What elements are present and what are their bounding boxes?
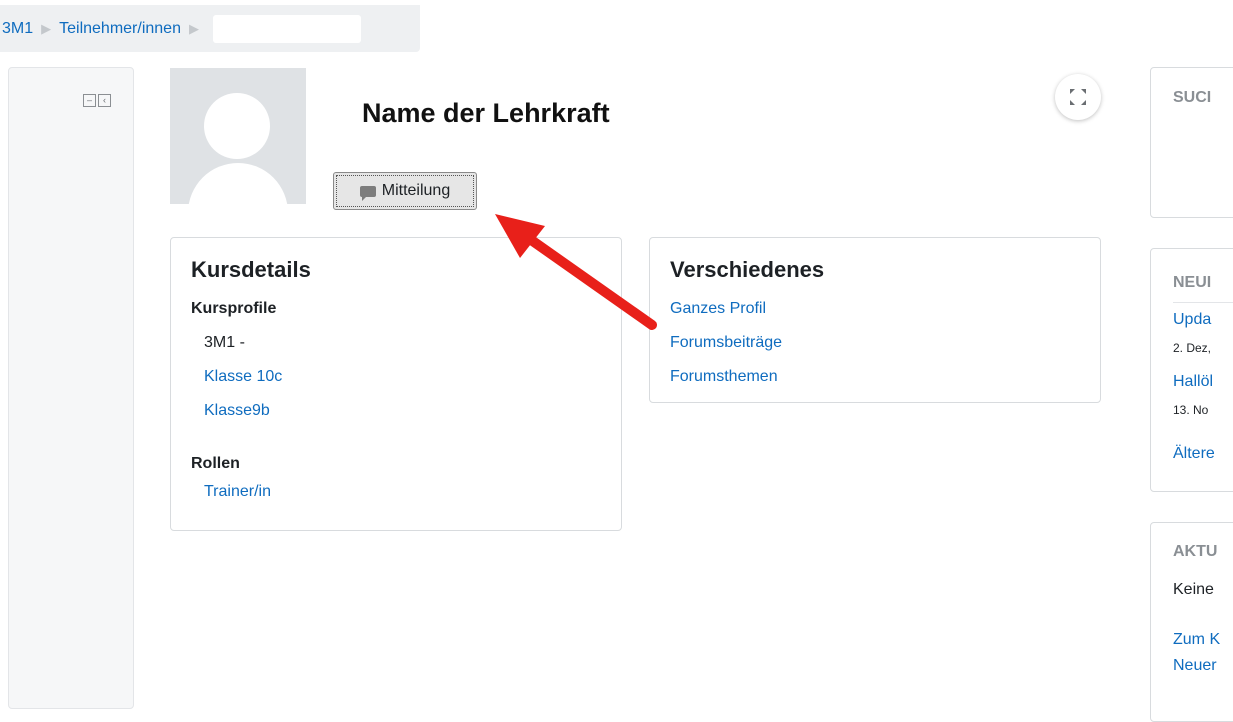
fullscreen-expand-icon[interactable] <box>1055 74 1101 120</box>
message-button[interactable]: Mitteilung <box>333 172 477 210</box>
full-profile-link[interactable]: Ganzes Profil <box>670 300 766 318</box>
course-details-card: Kursdetails Kursprofile 3M1 - Klasse 10c… <box>170 237 622 531</box>
news-block-title: NEUI <box>1173 274 1212 291</box>
dock-controls: – ‹ <box>83 94 111 107</box>
course-profile-link[interactable]: Klasse 10c <box>204 368 282 386</box>
forum-posts-link[interactable]: Forumsbeiträge <box>670 334 782 352</box>
left-block-region: – ‹ <box>8 67 134 709</box>
breadcrumb-current <box>212 14 361 43</box>
course-details-title: Kursdetails <box>191 257 311 282</box>
misc-title: Verschiedenes <box>670 257 825 282</box>
forum-discussions-link[interactable]: Forumsthemen <box>670 368 778 386</box>
page-title: Name der Lehrkraft <box>362 98 610 128</box>
current-events-title: AKTU <box>1173 543 1218 560</box>
triangle-right-icon: ▶ <box>188 20 199 36</box>
news-block: NEUI Upda 2. Dez, Hallöl 13. No Ältere <box>1150 248 1233 492</box>
no-events-text: Keine <box>1173 581 1214 598</box>
new-event-link[interactable]: Neuer <box>1173 657 1217 675</box>
divider <box>1173 302 1233 303</box>
message-button-label: Mitteilung <box>381 182 451 199</box>
roles-label: Rollen <box>191 455 240 472</box>
search-block: SUCI <box>1150 67 1233 218</box>
news-item-link[interactable]: Hallöl <box>1173 373 1213 391</box>
news-item-date: 13. No <box>1173 403 1209 417</box>
avatar-body <box>188 163 288 204</box>
go-to-calendar-link[interactable]: Zum K <box>1173 631 1220 649</box>
breadcrumb-course[interactable]: 3M1 <box>2 20 33 38</box>
misc-card: Verschiedenes Ganzes Profil Forumsbeiträ… <box>649 237 1101 403</box>
course-profiles-label: Kursprofile <box>191 300 277 317</box>
course-profile-item: 3M1 - <box>204 334 245 351</box>
block-dock-icon[interactable]: – <box>83 94 96 107</box>
search-block-title: SUCI <box>1173 89 1212 106</box>
triangle-right-icon: ▶ <box>41 20 52 36</box>
news-item-link[interactable]: Upda <box>1173 311 1211 329</box>
avatar-head <box>204 93 270 159</box>
avatar <box>170 68 306 204</box>
news-item-date: 2. Dez, <box>1173 341 1212 355</box>
breadcrumb: 3M1 ▶ Teilnehmer/innen ▶ <box>0 5 420 52</box>
current-events-block: AKTU Keine Zum K Neuer <box>1150 522 1233 722</box>
course-profile-link[interactable]: Klasse9b <box>204 402 270 420</box>
older-topics-link[interactable]: Ältere <box>1173 445 1215 463</box>
chevron-left-icon[interactable]: ‹ <box>98 94 111 107</box>
breadcrumb-participants[interactable]: Teilnehmer/innen <box>59 20 181 38</box>
speech-bubble-icon <box>359 185 376 201</box>
role-link[interactable]: Trainer/in <box>204 483 271 501</box>
